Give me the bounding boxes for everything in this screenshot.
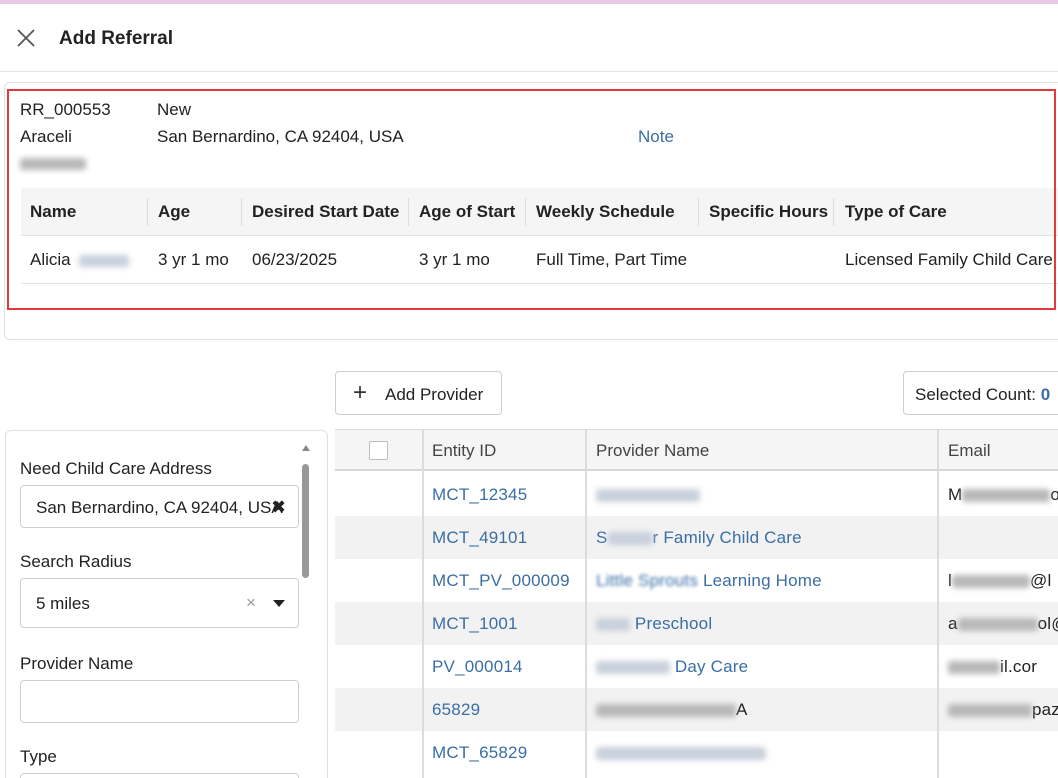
add-provider-button[interactable]: + Add Provider xyxy=(335,371,502,415)
provider-email: Mom xyxy=(948,485,1058,504)
child-age: 3 yr 1 mo xyxy=(158,250,229,269)
col-entity-id: Entity ID xyxy=(432,441,497,460)
referral-address: San Bernardino, CA 92404, USA xyxy=(157,127,404,146)
entity-id-link[interactable]: MCT_49101 xyxy=(432,528,527,548)
modal-header: Add Referral xyxy=(0,4,1058,72)
type-label: Type xyxy=(20,747,57,766)
provider-name-link[interactable]: Day Care xyxy=(596,657,748,677)
note-link[interactable]: Note xyxy=(638,127,674,147)
referral-id: RR_000553 xyxy=(20,100,111,119)
search-radius-label: Search Radius xyxy=(20,552,132,571)
child-name-link[interactable]: Alicia xyxy=(30,250,130,270)
search-radius-value: 5 miles xyxy=(36,594,90,613)
address-label: Need Child Care Address xyxy=(20,459,212,478)
provider-email: aol@ xyxy=(948,614,1058,633)
page-title: Add Referral xyxy=(59,28,174,49)
table-row[interactable]: MCT_PV_000009 Little Sprouts Learning Ho… xyxy=(335,559,1058,602)
entity-id-link[interactable]: MCT_1001 xyxy=(432,614,518,634)
table-row[interactable]: MCT_12345 Mom xyxy=(335,473,1058,516)
provider-name: A xyxy=(596,700,748,720)
col-age: Age xyxy=(158,202,191,221)
address-input-value: San Bernardino, CA 92404, USA xyxy=(36,498,283,517)
provider-name-input[interactable] xyxy=(20,680,299,723)
provider-name-link[interactable]: Sr Family Child Care xyxy=(596,528,802,548)
chevron-down-icon[interactable] xyxy=(273,600,285,607)
provider-email: l @l xyxy=(948,571,1052,590)
col-name: Name xyxy=(30,202,77,221)
scroll-up-icon[interactable] xyxy=(302,445,310,451)
referral-status: New xyxy=(157,100,192,119)
selected-count-label: Selected Count: xyxy=(915,385,1036,404)
children-table-header: Name Age Desired Start Date Age of Start… xyxy=(21,188,1058,236)
col-desired-start-date: Desired Start Date xyxy=(252,202,400,221)
select-all-checkbox[interactable] xyxy=(369,441,388,460)
col-type-of-care: Type of Care xyxy=(845,202,947,221)
providers-table: Entity ID Provider Name Email MCT_12345 … xyxy=(335,429,1058,778)
table-row[interactable]: MCT_65829 xyxy=(335,731,1058,774)
provider-name-link[interactable]: Preschool xyxy=(596,614,712,634)
address-input[interactable]: San Bernardino, CA 92404, USA ✖ xyxy=(20,485,299,528)
entity-id-link[interactable]: MCT_PV_000009 xyxy=(432,571,570,591)
scrollbar-thumb[interactable] xyxy=(302,464,309,578)
provider-email: il.cor xyxy=(948,657,1037,677)
col-specific-hours: Specific Hours xyxy=(709,202,829,221)
entity-id-link[interactable]: PV_000014 xyxy=(432,657,523,677)
col-provider-name: Provider Name xyxy=(596,441,710,460)
entity-id-link[interactable]: MCT_65829 xyxy=(432,743,527,763)
child-type-of-care: Licensed Family Child Care xyxy=(845,250,1053,269)
table-row: Alicia 3 yr 1 mo 06/23/2025 3 yr 1 mo Fu… xyxy=(21,236,1058,284)
clear-radius-icon[interactable]: × xyxy=(246,593,256,613)
table-row[interactable]: 65829 A paz xyxy=(335,688,1058,731)
filter-panel: Need Child Care Address San Bernardino, … xyxy=(5,430,328,778)
col-email: Email xyxy=(948,441,991,460)
provider-name-link[interactable]: Little Sprouts Learning Home xyxy=(596,571,822,591)
table-row[interactable]: MCT_1001 Preschool aol@ xyxy=(335,602,1058,645)
entity-id-link[interactable]: 65829 xyxy=(432,700,480,720)
search-radius-select[interactable]: 5 miles × xyxy=(20,578,299,628)
provider-name-link[interactable] xyxy=(596,743,766,763)
provider-email: paz xyxy=(948,700,1058,720)
col-age-of-start: Age of Start xyxy=(419,202,516,221)
child-age-of-start: 3 yr 1 mo xyxy=(419,250,490,269)
redacted-last-name xyxy=(20,158,86,170)
add-provider-label: Add Provider xyxy=(385,385,484,404)
provider-name-label: Provider Name xyxy=(20,654,134,673)
type-select[interactable] xyxy=(20,773,299,778)
col-weekly-schedule: Weekly Schedule xyxy=(536,202,675,221)
table-row[interactable]: PV_000014 Day Care il.cor xyxy=(335,645,1058,688)
entity-id-link[interactable]: MCT_12345 xyxy=(432,485,527,505)
selected-count-box: Selected Count: 0 xyxy=(903,371,1058,415)
redacted-child-last-name xyxy=(79,254,130,267)
child-desired-start-date: 06/23/2025 xyxy=(252,250,338,269)
selected-count-value: 0 xyxy=(1040,385,1051,404)
parent-first-name: Araceli xyxy=(20,127,72,146)
clear-address-icon[interactable]: ✖ xyxy=(271,497,286,518)
child-weekly-schedule: Full Time, Part Time xyxy=(536,250,688,269)
plus-icon: + xyxy=(353,379,368,406)
close-icon[interactable] xyxy=(14,26,38,50)
table-row[interactable]: MCT_49101 Sr Family Child Care xyxy=(335,516,1058,559)
providers-table-header: Entity ID Provider Name Email xyxy=(335,429,1058,471)
provider-name-link[interactable] xyxy=(596,485,700,505)
